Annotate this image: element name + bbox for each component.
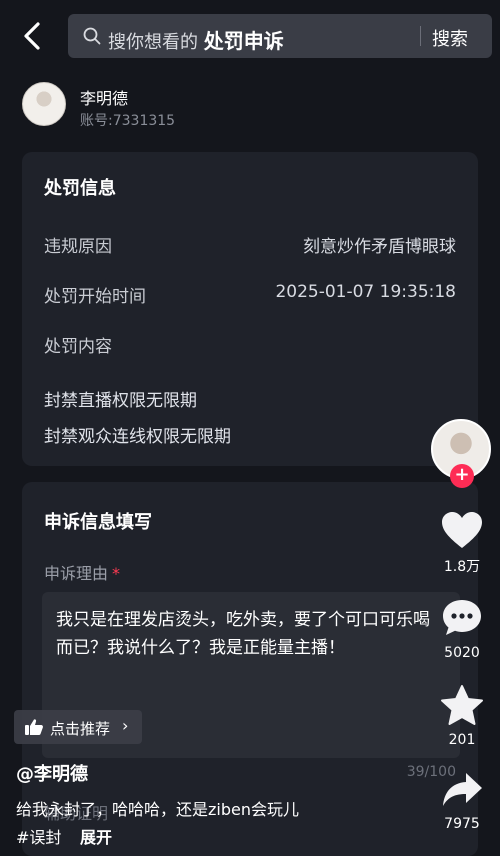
search-button[interactable]: 搜索: [432, 25, 468, 51]
share-button[interactable]: 7975: [432, 770, 492, 832]
follow-plus-button[interactable]: +: [450, 464, 474, 488]
violation-reason-value: 刻意炒作矛盾博眼球: [303, 237, 456, 257]
penalty-info-title: 处罚信息: [44, 178, 116, 199]
hashtag-link[interactable]: #误封: [16, 824, 61, 848]
search-prefix: 搜你想看的: [108, 32, 198, 53]
user-name: 李明德: [80, 89, 129, 108]
thumbs-up-icon: [25, 719, 43, 735]
chevron-left-icon: [24, 22, 40, 50]
comment-icon: [443, 600, 481, 635]
search-icon: [83, 27, 101, 45]
penalty-content-line: 封禁直播权限无限期: [44, 391, 197, 411]
recommend-button[interactable]: 点击推荐 ›: [14, 710, 142, 744]
penalty-content-label: 处罚内容: [44, 337, 112, 357]
like-count: 1.8万: [443, 559, 481, 575]
search-placeholder: 搜你想看的 处罚申诉: [108, 25, 284, 54]
user-avatar[interactable]: [22, 82, 66, 126]
penalty-info-card: 处罚信息 违规原因 刻意炒作矛盾博眼球 处罚开始时间 2025-01-07 19…: [22, 152, 478, 466]
search-divider: [420, 26, 421, 46]
penalty-start-time-value: 2025-01-07 19:35:18: [275, 282, 456, 302]
comment-button[interactable]: 5020: [432, 597, 492, 661]
search-input[interactable]: 搜你想看的 处罚申诉 搜索: [68, 14, 492, 58]
comment-count: 5020: [444, 645, 480, 661]
top-bar: 搜你想看的 处罚申诉 搜索: [0, 0, 500, 72]
star-icon: [441, 685, 483, 725]
heart-icon: [442, 512, 482, 548]
video-author[interactable]: @李明德: [16, 760, 88, 786]
required-mark: *: [112, 564, 121, 583]
video-caption: 给我永封了，哈哈哈，还是ziben会玩儿: [16, 800, 299, 819]
appeal-reason-label-text: 申诉理由: [44, 564, 109, 583]
violation-reason-label: 违规原因: [44, 237, 112, 257]
appeal-form-title: 申诉信息填写: [44, 512, 152, 533]
penalty-start-time-label: 处罚开始时间: [44, 287, 146, 307]
appeal-reason-label: 申诉理由 *: [44, 560, 120, 584]
back-button[interactable]: [18, 18, 48, 54]
like-button[interactable]: 1.8万: [432, 510, 492, 576]
share-count: 7975: [444, 816, 480, 832]
share-icon: [443, 773, 482, 806]
penalty-content-line: 封禁观众连线权限无限期: [44, 427, 231, 447]
favorite-button[interactable]: 201: [432, 684, 492, 748]
expand-caption-button[interactable]: 展开: [80, 824, 112, 848]
search-highlight: 处罚申诉: [203, 29, 284, 53]
chevron-right-icon: ›: [122, 716, 129, 735]
recommend-label: 点击推荐: [50, 720, 111, 738]
user-account-id: 账号:7331315: [80, 113, 176, 129]
favorite-count: 201: [448, 732, 476, 748]
